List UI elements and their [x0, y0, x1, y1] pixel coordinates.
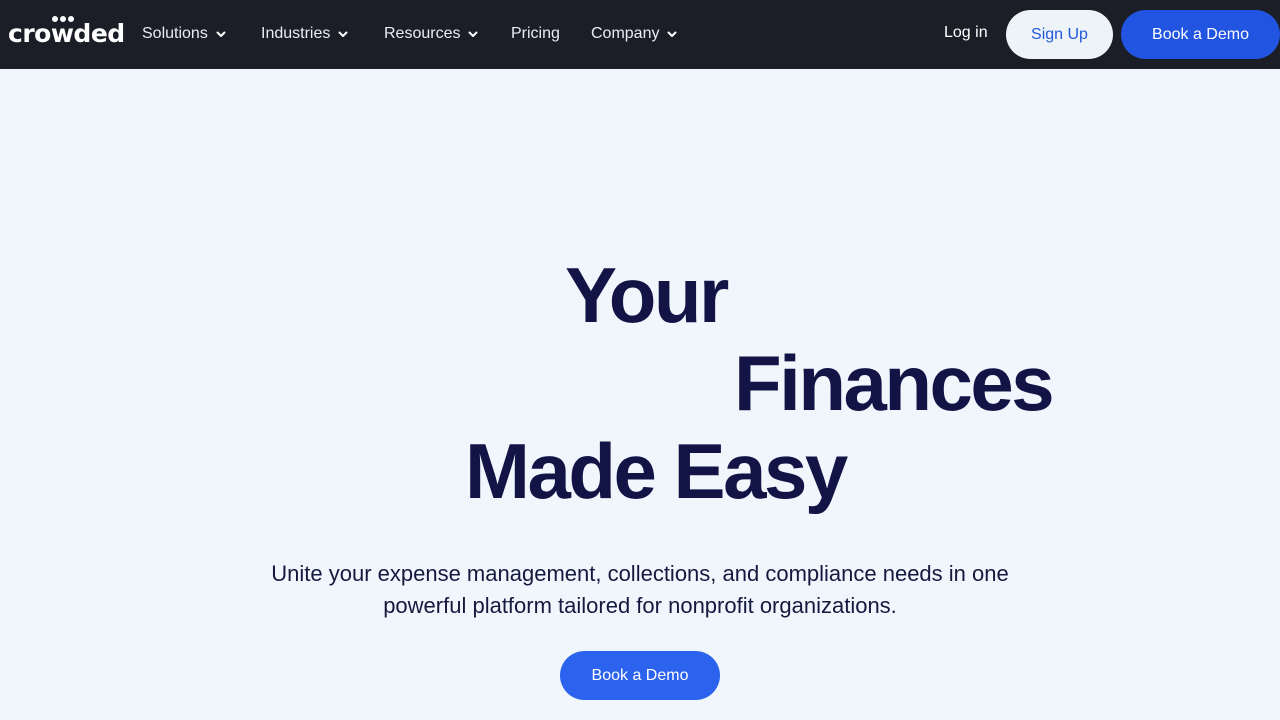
hero-title-line-1: Your: [565, 251, 729, 339]
nav-item-label: Industries: [261, 25, 331, 42]
nav-item-label: Company: [591, 25, 660, 42]
nav-item-company[interactable]: Company: [591, 22, 678, 46]
chevron-down-icon: [468, 31, 478, 37]
nav-item-label: Pricing: [511, 25, 560, 42]
nav-item-solutions[interactable]: Solutions: [142, 22, 227, 46]
hero-subtitle-line-1: Unite your expense management, collectio…: [271, 561, 1009, 586]
hero-subtitle: Unite your expense management, collectio…: [190, 558, 1090, 622]
hero-subtitle-line-2: powerful platform tailored for nonprofit…: [383, 593, 897, 618]
nav-item-label: Solutions: [142, 25, 208, 42]
crowded-logo[interactable]: crowded: [8, 16, 125, 48]
logo-text: crowded: [8, 19, 125, 48]
nav-item-pricing[interactable]: Pricing: [511, 22, 560, 46]
nav-item-label: Resources: [384, 25, 461, 42]
login-link[interactable]: Log in: [944, 24, 988, 42]
chevron-down-icon: [338, 31, 348, 37]
hero-book-demo-button[interactable]: Book a Demo: [560, 651, 720, 700]
sign-up-button[interactable]: Sign Up: [1006, 10, 1113, 59]
chevron-down-icon: [667, 31, 677, 37]
nav-item-resources[interactable]: Resources: [384, 22, 479, 46]
hero-title-line-3: Made Easy: [465, 427, 848, 515]
nav-item-industries[interactable]: Industries: [261, 22, 349, 46]
book-demo-button[interactable]: Book a Demo: [1121, 10, 1280, 59]
chevron-down-icon: [216, 31, 226, 37]
logo-people-icon: [52, 16, 74, 22]
hero-title-line-2: Finances: [734, 339, 1055, 427]
top-navbar: crowded Solutions Industries Resources P…: [0, 0, 1280, 69]
